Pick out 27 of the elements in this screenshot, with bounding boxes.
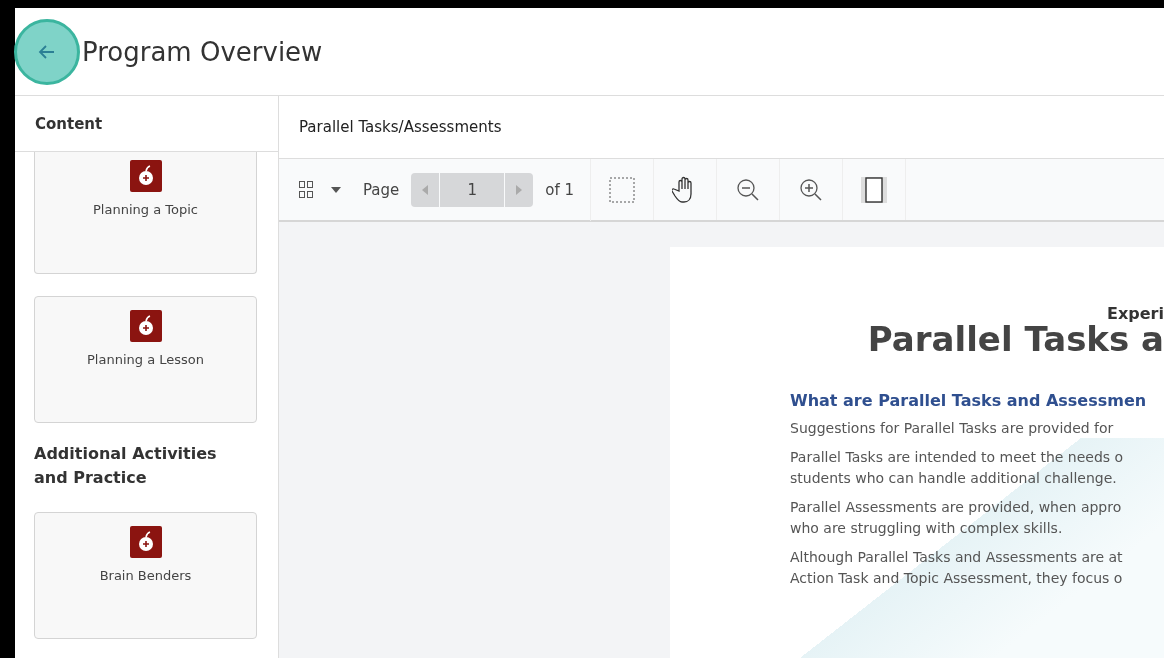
page-number-field[interactable]: 1 <box>440 172 505 207</box>
page-count: of 1 <box>545 158 592 221</box>
dropdown-caret-icon[interactable] <box>331 186 341 193</box>
apple-icon <box>129 526 162 558</box>
page-title: Program Overview <box>82 36 323 67</box>
document-paragraph: Although Parallel Tasks and Assessments are at Action Task and Topic Assessment, they focus o <box>790 548 1123 588</box>
content-card[interactable]: Planning a Lesson <box>34 296 257 423</box>
previous-page-button[interactable] <box>411 172 440 207</box>
right-caret-icon <box>516 184 523 195</box>
document-subheading: What are Parallel Tasks and Assessmen <box>790 391 1147 410</box>
document-kicker: Experi <box>1107 304 1164 323</box>
section-heading: Additional Activities and Practice <box>34 443 218 489</box>
document-paragraph: Parallel Assessments are provided, when appro who are struggling with complex skills. <box>790 498 1122 538</box>
apple-icon <box>129 160 162 192</box>
content-card[interactable]: Planning a Topic <box>34 152 257 274</box>
page-icon <box>861 176 888 203</box>
document-paragraph: Suggestions for Parallel Tasks are provided for <box>790 419 1114 438</box>
left-caret-icon <box>422 184 429 195</box>
next-page-button[interactable] <box>505 172 534 207</box>
thumbnails-icon[interactable] <box>299 180 313 199</box>
page-label: Page <box>363 180 400 199</box>
apple-icon <box>129 310 162 342</box>
zoom-in-icon <box>799 177 824 202</box>
document-paragraph: Parallel Tasks are intended to meet the needs o students who can handle additional challenge. <box>790 448 1124 488</box>
dashed-rectangle-icon <box>609 176 636 203</box>
content-card[interactable]: Brain Benders <box>34 512 257 639</box>
zoom-out-icon <box>736 177 761 202</box>
